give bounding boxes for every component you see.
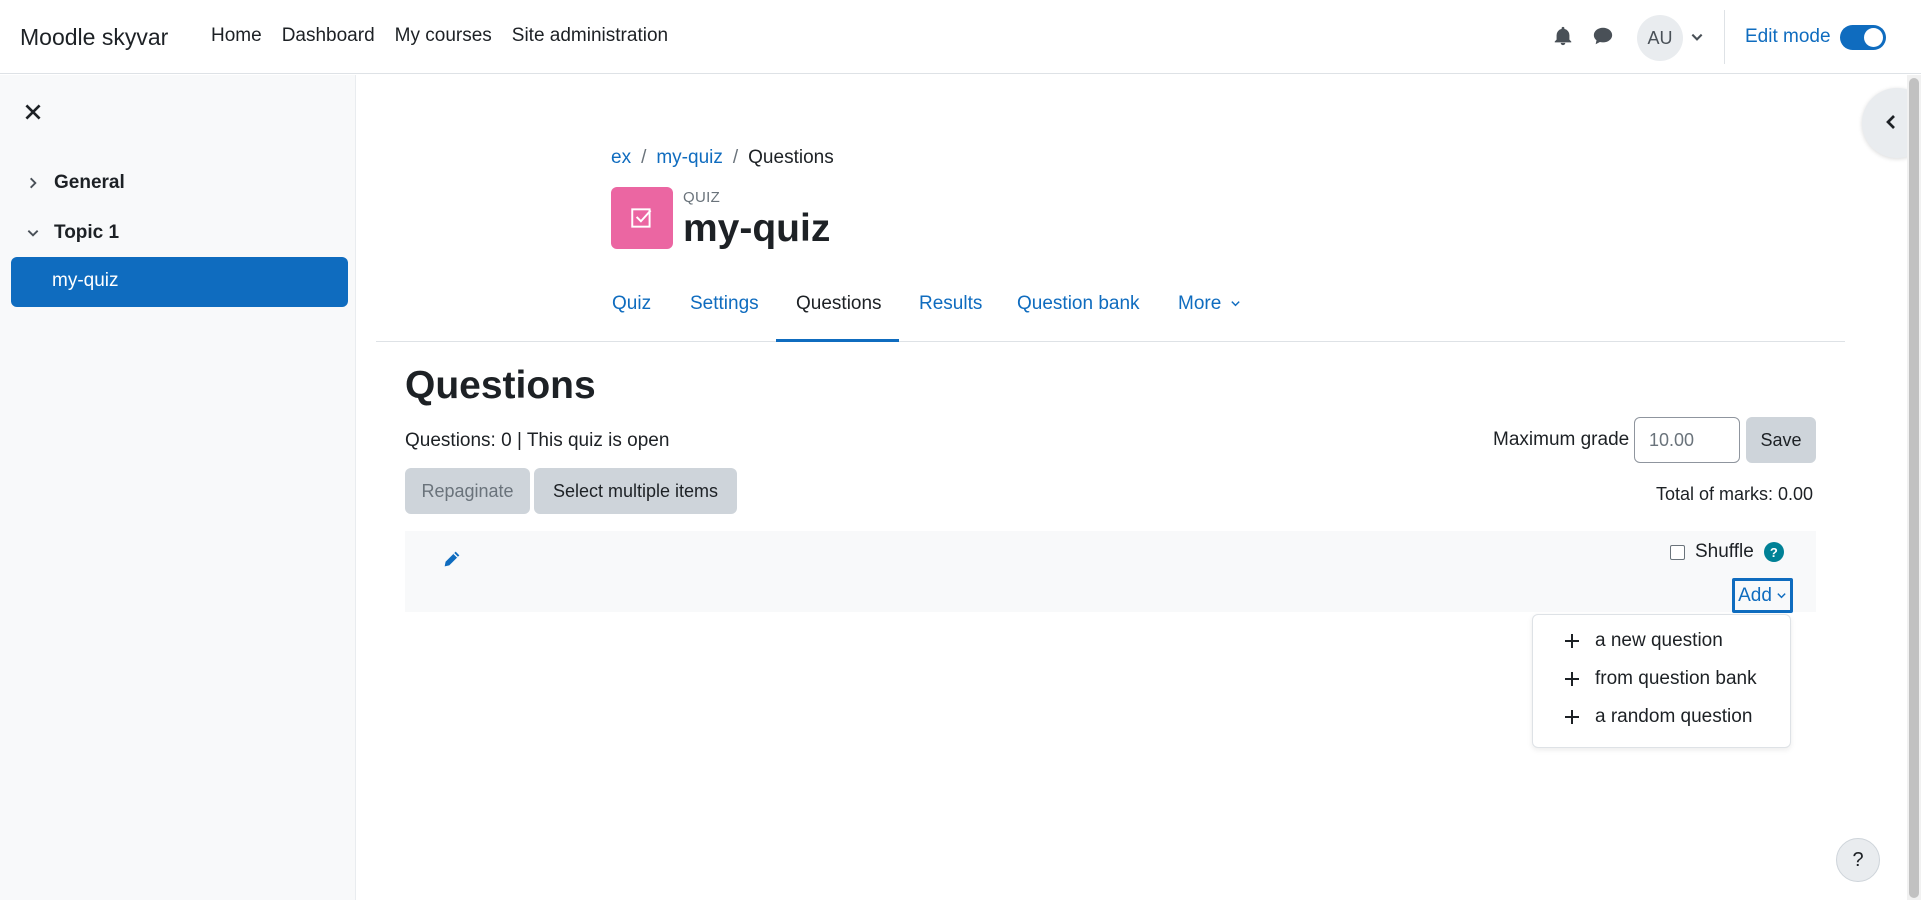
edit-mode-toggle[interactable] <box>1840 25 1886 50</box>
plus-icon <box>1565 672 1579 686</box>
top-navbar: Moodle skyvar Home Dashboard My courses … <box>0 0 1921 74</box>
activity-type-label: QUIZ <box>683 189 721 206</box>
save-button[interactable]: Save <box>1746 417 1816 463</box>
nav-home[interactable]: Home <box>211 25 262 47</box>
breadcrumb-separator: / <box>641 147 647 168</box>
plus-icon <box>1565 634 1579 648</box>
quiz-checkbox-icon <box>631 208 652 228</box>
edit-mode-label: Edit mode <box>1745 26 1831 47</box>
tab-results[interactable]: Results <box>919 293 982 315</box>
add-random-question-item[interactable]: a random question <box>1563 706 1752 728</box>
section-general[interactable]: General <box>26 172 125 194</box>
bell-icon[interactable] <box>1552 25 1574 47</box>
select-multiple-button[interactable]: Select multiple items <box>534 468 737 514</box>
tab-question-bank[interactable]: Question bank <box>1017 293 1140 315</box>
breadcrumb-current: Questions <box>748 147 834 168</box>
section-topic-1[interactable]: Topic 1 <box>26 222 119 244</box>
breadcrumb: ex / my-quiz / Questions <box>611 147 834 169</box>
quiz-status-text: Questions: 0 | This quiz is open <box>405 430 670 451</box>
repaginate-button[interactable]: Repaginate <box>405 468 530 514</box>
chevron-left-icon <box>1886 115 1895 129</box>
primary-navigation: Home Dashboard My courses Site administr… <box>211 25 668 47</box>
tab-quiz[interactable]: Quiz <box>612 293 651 315</box>
chevron-down-icon[interactable] <box>1690 30 1704 44</box>
quiz-section <box>405 531 1816 612</box>
shuffle-checkbox[interactable] <box>1670 544 1685 560</box>
chat-icon[interactable] <box>1592 25 1614 47</box>
add-from-question-bank-item[interactable]: from question bank <box>1563 668 1757 690</box>
shuffle-control: Shuffle ? <box>1670 541 1784 563</box>
help-icon[interactable]: ? <box>1763 542 1784 562</box>
course-index-drawer: General Topic 1 my-quiz <box>0 75 356 900</box>
chevron-right-icon[interactable] <box>26 176 40 190</box>
plus-icon <box>1565 710 1579 724</box>
add-new-question-label: a new question <box>1595 630 1723 651</box>
breadcrumb-activity[interactable]: my-quiz <box>656 147 723 169</box>
nav-my-courses[interactable]: My courses <box>395 25 492 47</box>
active-tab-indicator <box>776 339 899 342</box>
section-general-label: General <box>54 172 125 193</box>
shuffle-label: Shuffle <box>1695 541 1754 562</box>
maximum-grade-input[interactable]: 10.00 <box>1634 417 1740 463</box>
site-brand[interactable]: Moodle skyvar <box>20 24 168 51</box>
add-button-label: Add <box>1738 584 1772 606</box>
maximum-grade-label: Maximum grade <box>1493 429 1630 450</box>
tab-more-label: More <box>1178 293 1222 314</box>
add-new-question-item[interactable]: a new question <box>1563 630 1723 652</box>
add-dropdown-menu: a new question from question bank a rand… <box>1532 614 1791 748</box>
toggle-knob <box>1864 28 1883 47</box>
activity-my-quiz-link[interactable]: my-quiz <box>11 257 348 307</box>
chevron-down-icon <box>1777 593 1786 599</box>
tab-more[interactable]: More <box>1178 293 1241 315</box>
tab-questions[interactable]: Questions <box>796 293 882 315</box>
nav-dashboard[interactable]: Dashboard <box>282 25 375 47</box>
add-random-question-label: a random question <box>1595 706 1753 727</box>
add-menu-button[interactable]: Add <box>1732 578 1793 613</box>
chevron-down-icon[interactable] <box>26 226 40 240</box>
user-avatar[interactable]: AU <box>1637 15 1683 61</box>
breadcrumb-course[interactable]: ex <box>611 147 631 169</box>
close-icon[interactable] <box>22 101 44 123</box>
quiz-activity-icon <box>611 187 673 249</box>
help-button[interactable]: ? <box>1836 838 1880 882</box>
navbar-divider <box>1724 10 1725 64</box>
questions-heading: Questions <box>405 364 596 407</box>
nav-site-administration[interactable]: Site administration <box>512 25 668 47</box>
tab-settings[interactable]: Settings <box>690 293 759 315</box>
chevron-down-icon <box>1230 301 1240 307</box>
scrollbar-thumb[interactable] <box>1909 78 1919 898</box>
total-marks-text: Total of marks: 0.00 <box>1656 484 1814 504</box>
edit-pencil-icon[interactable] <box>441 548 463 570</box>
breadcrumb-separator: / <box>732 147 739 168</box>
add-from-question-bank-label: from question bank <box>1595 668 1757 689</box>
section-topic-1-label: Topic 1 <box>54 222 120 243</box>
page-title: my-quiz <box>683 207 831 250</box>
